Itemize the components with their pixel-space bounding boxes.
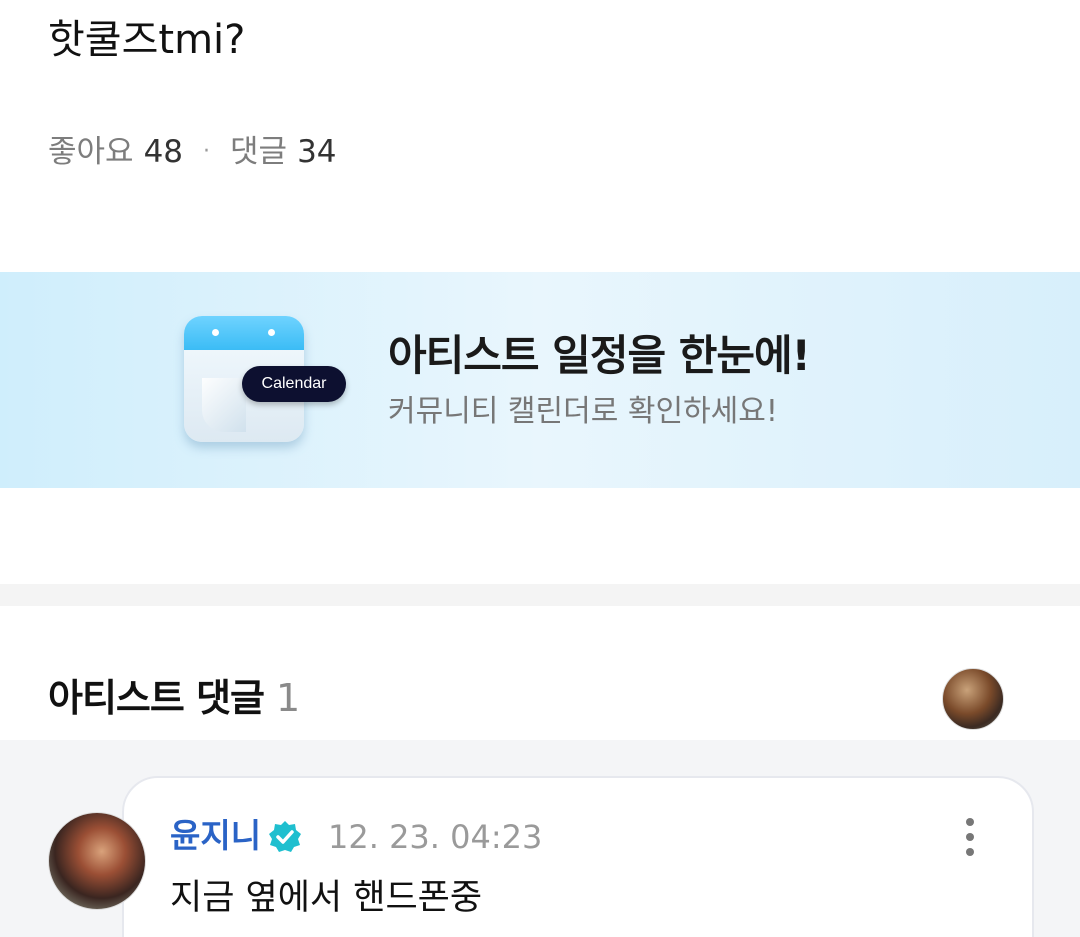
more-dot [966, 833, 974, 841]
more-dot [966, 848, 974, 856]
post-stats: 좋아요 48 · 댓글 34 [48, 132, 337, 172]
banner-title: 아티스트 일정을 한눈에! [388, 331, 811, 380]
more-dot [966, 818, 974, 826]
post-detail-page: 핫쿨즈tmi? 좋아요 48 · 댓글 34 Calendar 아티스트 일정을… [0, 0, 1080, 937]
comment-timestamp: 12. 23. 04:23 [328, 818, 543, 856]
calendar-promo-banner[interactable]: Calendar 아티스트 일정을 한눈에! 커뮤니티 캘린더로 확인하세요! [0, 272, 1080, 488]
comments-count: 34 [297, 134, 337, 170]
comment-author-avatar[interactable] [48, 812, 146, 910]
calendar-icon: Calendar [184, 316, 346, 446]
comment-text: 지금 옆에서 핸드폰중 [170, 878, 483, 918]
artist-comments-heading: 아티스트 댓글 1 [48, 672, 300, 724]
artist-comments-count: 1 [276, 676, 300, 720]
stats-separator: · [203, 139, 211, 164]
banner-subtitle: 커뮤니티 캘린더로 확인하세요! [388, 394, 778, 429]
calendar-badge: Calendar [242, 366, 346, 402]
calendar-ring-left [212, 329, 219, 336]
likes-label: 좋아요 [48, 134, 134, 170]
comments-label: 댓글 [230, 134, 288, 170]
post-title: 핫쿨즈tmi? [48, 17, 246, 63]
likes-count: 48 [143, 134, 184, 170]
calendar-icon-header [184, 316, 304, 350]
artist-avatar[interactable] [942, 668, 1004, 730]
calendar-page-fold [202, 378, 246, 432]
calendar-ring-right [268, 329, 275, 336]
verified-badge-icon [269, 821, 301, 852]
more-vertical-icon[interactable] [952, 814, 988, 860]
comment-author-name[interactable]: 윤지니 [170, 814, 261, 858]
artist-comments-title: 아티스트 댓글 [48, 676, 265, 720]
section-divider [0, 584, 1080, 606]
